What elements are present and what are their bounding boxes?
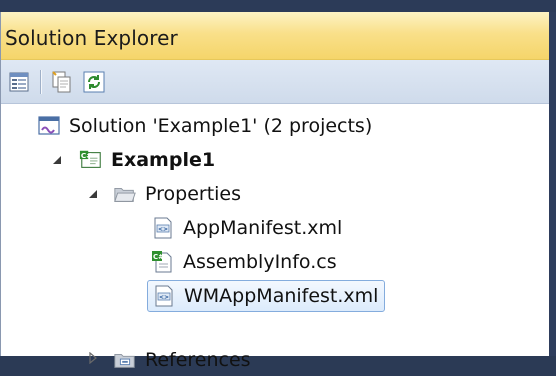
properties-label: Properties [145, 183, 242, 205]
expand-arrow-properties[interactable] [85, 186, 101, 202]
panel-toolbar [1, 60, 550, 104]
panel-title-bar[interactable]: Solution Explorer [1, 12, 550, 60]
project-label: Example1 [111, 149, 216, 171]
panel-title: Solution Explorer [5, 26, 178, 50]
tree-node-file[interactable]: <> AppManifest.xml [151, 212, 342, 244]
properties-icon [9, 72, 29, 92]
file-label: WMAppManifest.xml [184, 285, 379, 307]
file-label: AppManifest.xml [183, 217, 343, 239]
properties-button[interactable] [5, 67, 35, 97]
csharp-project-icon: C# [79, 148, 103, 172]
ide-window: Solution Explorer Solution 'Example1' (2… [0, 0, 556, 371]
svg-text:<>: <> [158, 226, 168, 233]
svg-text:C#: C# [81, 151, 93, 160]
toolbar-separator [40, 70, 42, 94]
refresh-button[interactable] [79, 67, 109, 97]
solution-tree: Solution 'Example1' (2 projects) C# Exam… [1, 104, 550, 371]
xml-file-icon: <> [151, 216, 175, 240]
file-label: AssemblyInfo.cs [183, 251, 337, 273]
tree-node-file[interactable]: C# AssemblyInfo.cs [151, 246, 337, 278]
refresh-icon [83, 71, 105, 93]
csharp-file-icon: C# [151, 250, 175, 274]
expanded-triangle-icon [53, 156, 61, 164]
show-all-files-icon [52, 71, 71, 93]
expand-arrow-project[interactable] [49, 152, 65, 168]
references-icon [113, 348, 137, 372]
solution-label: Solution 'Example1' (2 projects) [69, 115, 373, 137]
window-top-band [0, 0, 556, 12]
expanded-triangle-icon [89, 190, 97, 198]
xml-file-icon: <> [152, 284, 176, 308]
tree-node-file-selected[interactable]: <> WMAppManifest.xml [147, 280, 386, 312]
solution-icon [37, 114, 61, 138]
svg-text:C#: C# [153, 253, 164, 261]
show-all-files-button[interactable] [47, 67, 77, 97]
tree-node-properties[interactable]: Properties [113, 178, 241, 210]
svg-text:<>: <> [159, 294, 169, 301]
collapsed-triangle-icon [89, 352, 97, 364]
tree-node-solution[interactable]: Solution 'Example1' (2 projects) [37, 110, 372, 142]
references-label: References [145, 349, 251, 371]
tree-node-references[interactable]: References [113, 344, 251, 376]
collapse-arrow-references[interactable] [85, 350, 101, 366]
folder-open-icon [113, 182, 137, 206]
tree-node-project[interactable]: C# Example1 [79, 144, 215, 176]
solution-explorer-panel: Solution Explorer Solution 'Example1' (2… [0, 12, 550, 371]
window-right-edge [549, 12, 556, 356]
